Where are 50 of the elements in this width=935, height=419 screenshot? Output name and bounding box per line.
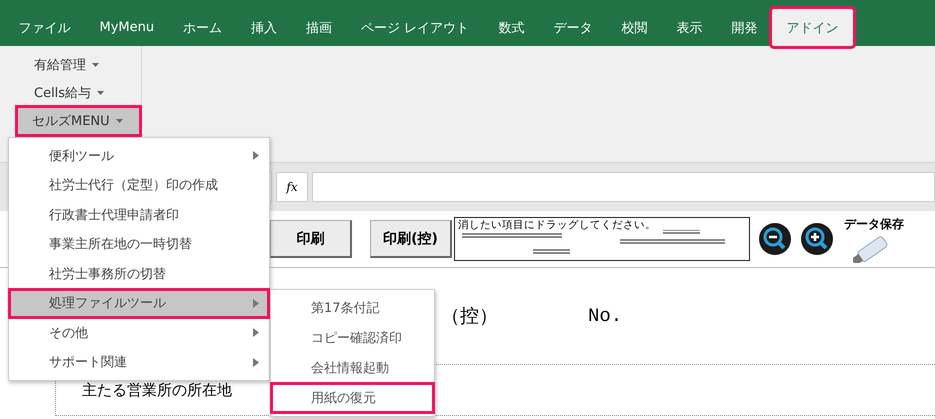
ribbon-tab[interactable]: アドイン [772, 9, 853, 46]
menu-item[interactable]: その他 [9, 318, 269, 348]
dropdown-button[interactable]: セルズMENU [18, 108, 139, 134]
function-button[interactable]: fx [276, 172, 308, 202]
ribbon-tab[interactable]: MyMenu [85, 9, 169, 46]
menu-item-label: その他 [49, 324, 89, 342]
menu-item[interactable]: サポート関連 [9, 348, 269, 377]
print-button[interactable]: 印刷 [270, 220, 352, 258]
drop-hint-text: 消したい項目にドラッグしてください。 [458, 219, 657, 232]
formula-field[interactable] [312, 172, 935, 202]
print-button[interactable]: 印刷(控) [370, 220, 452, 258]
caret-icon [97, 91, 104, 96]
caret-icon [92, 63, 100, 68]
ribbon-tab[interactable]: データ [538, 9, 607, 46]
menu-item[interactable]: 便利ツール [9, 141, 269, 170]
menu-item[interactable]: 会社情報起動 [271, 353, 434, 383]
ribbon-tab[interactable]: 数式 [484, 9, 539, 46]
title-suffix: （控） [441, 304, 498, 329]
menu-item-label: 行政書士代理申請者印 [49, 206, 180, 224]
ribbon-tab[interactable]: 校閲 [606, 9, 662, 46]
menu-item-label: 処理ファイルツール [49, 295, 167, 312]
ribbon-tab[interactable]: 表示 [662, 9, 717, 46]
ribbon-tab[interactable]: 描画 [292, 9, 347, 46]
menu-item-label: サポート関連 [49, 354, 128, 372]
menu-item-label: 事業主所在地の一時切替 [49, 236, 193, 254]
menu-item[interactable]: 第17条付記 [271, 293, 434, 323]
menu-item[interactable]: 行政書士代理申請者印 [9, 200, 269, 230]
ribbon-tab[interactable]: ホーム [168, 9, 237, 46]
menu-item-label: 社労士事務所の切替 [49, 266, 167, 283]
number-label: No. [588, 305, 622, 327]
ribbon-tab[interactable]: 挿入 [236, 9, 292, 46]
ribbon-tab[interactable]: ファイル [4, 9, 85, 46]
zoom-in-icon[interactable] [800, 222, 834, 256]
menu-item[interactable]: コピー確認済印 [271, 323, 434, 353]
menu-item[interactable]: 用紙の復元 [271, 383, 434, 413]
save-label: データ保存 [844, 216, 904, 232]
ribbon-tab[interactable]: ページ レイアウト [346, 9, 484, 46]
zoom-out-icon[interactable] [758, 222, 792, 256]
address-label: 主たる営業所の所在地 [82, 380, 232, 400]
menu-item[interactable]: 処理ファイルツール [9, 288, 269, 318]
menu-item[interactable]: 事業主所在地の一時切替 [9, 230, 269, 259]
menu-item-label: 便利ツール [49, 148, 115, 165]
dropdown-button[interactable]: Cells給与 [8, 80, 139, 106]
dropdown-button[interactable]: 有給管理 [8, 52, 139, 78]
menu-item-label: 社労士代行（定型）印の作成 [49, 177, 219, 194]
ribbon-tab[interactable]: 開発 [716, 9, 772, 46]
menu-item[interactable]: 社労士代行（定型）印の作成 [9, 170, 269, 200]
drop-target-box[interactable]: 消したい項目にドラッグしてください。 [454, 217, 750, 261]
menu-item[interactable]: 社労士事務所の切替 [9, 259, 269, 288]
caret-icon [116, 119, 123, 124]
